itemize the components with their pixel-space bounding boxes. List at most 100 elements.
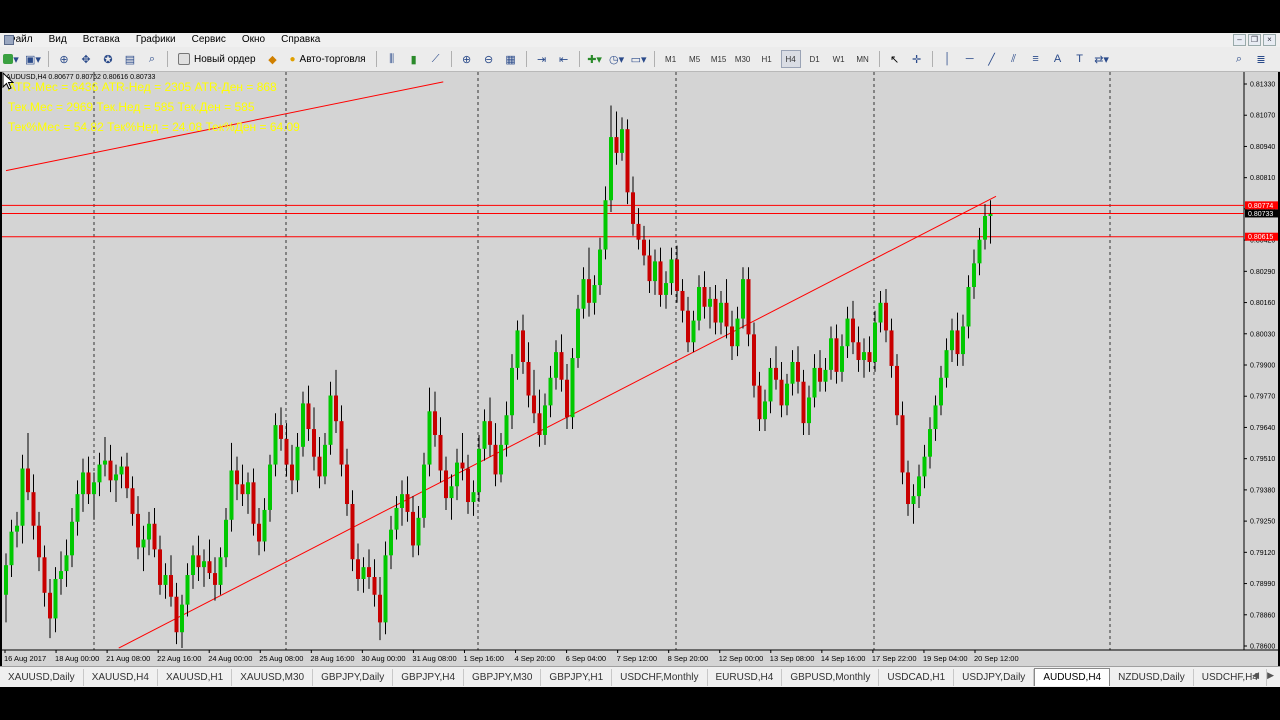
chart-canvas[interactable]: 0.813300.810700.809400.808100.806800.804… xyxy=(2,72,1278,666)
tester-icon[interactable]: ⌕ xyxy=(143,50,161,68)
tab-audusd-h4[interactable]: AUDUSD,H4 xyxy=(1034,668,1111,686)
tab-gbpusd-monthly[interactable]: GBPUSD,Monthly xyxy=(782,668,880,686)
bullish-candle xyxy=(922,444,927,489)
data-window-icon[interactable]: ✥ xyxy=(77,50,95,68)
tab-usdjpy-daily[interactable]: USDJPY,Daily xyxy=(954,668,1035,686)
text-icon[interactable]: A xyxy=(1049,50,1067,68)
tab-xauusd-m30[interactable]: XAUUSD,M30 xyxy=(232,668,314,686)
horizontal-line-icon[interactable]: ─ xyxy=(961,50,979,68)
bearish-candle xyxy=(356,543,360,591)
candle-body xyxy=(257,523,261,542)
price-label: 0.80160 xyxy=(1250,300,1275,307)
menu-view[interactable]: Вид xyxy=(41,33,75,47)
tab-eurusd-h4[interactable]: EURUSD,H4 xyxy=(708,668,783,686)
search-icon[interactable]: ⌕ xyxy=(1230,50,1248,68)
candle-body xyxy=(548,377,553,406)
candle-body xyxy=(812,367,817,398)
toolbar-separator xyxy=(450,51,452,67)
timeframe-d1[interactable]: D1 xyxy=(805,50,825,68)
bearish-candle xyxy=(686,296,690,353)
profiles-icon[interactable]: ▣▾ xyxy=(24,50,42,68)
tab-scroll-left-icon[interactable]: ◀ xyxy=(1252,670,1259,681)
arrows-icon[interactable]: ⇄▾ xyxy=(1093,50,1111,68)
crosshair-icon[interactable]: ✛ xyxy=(908,50,926,68)
tab-usdcad-h1[interactable]: USDCAD,H1 xyxy=(879,668,955,686)
tab-xauusd-h4[interactable]: XAUUSD,H4 xyxy=(84,668,158,686)
price-marker-label: 0.80733 xyxy=(1248,211,1273,218)
bearish-candle xyxy=(257,507,261,556)
metaeditor-icon[interactable]: ◆ xyxy=(264,50,282,68)
tab-gbpjpy-daily[interactable]: GBPJPY,Daily xyxy=(313,668,394,686)
tab-gbpjpy-m30[interactable]: GBPJPY,M30 xyxy=(464,668,542,686)
candle-body xyxy=(356,559,360,579)
menu-help[interactable]: Справка xyxy=(273,33,328,47)
restore-icon[interactable]: ❐ xyxy=(1248,34,1261,46)
cursor-icon[interactable]: ↖ xyxy=(886,50,904,68)
bullish-candle xyxy=(972,249,976,299)
line-chart-icon[interactable]: ⟋ xyxy=(427,50,445,68)
price-marker-label: 0.80774 xyxy=(1248,203,1273,210)
market-watch-icon[interactable]: ⊕ xyxy=(55,50,73,68)
timeframe-h1[interactable]: H1 xyxy=(757,50,777,68)
auto-scroll-icon[interactable]: ⇥ xyxy=(533,50,551,68)
chart-tab-bar: XAUUSD,Daily XAUUSD,H4 XAUUSD,H1 XAUUSD,… xyxy=(0,666,1280,687)
terminal-icon[interactable]: ▤ xyxy=(121,50,139,68)
fibonacci-icon[interactable]: ≡ xyxy=(1027,50,1045,68)
candlestick-icon[interactable]: ▮ xyxy=(405,50,423,68)
timeframe-m1[interactable]: M1 xyxy=(661,50,681,68)
zoom-in-icon[interactable]: ⊕ xyxy=(458,50,476,68)
timeframe-h4[interactable]: H4 xyxy=(780,50,801,68)
new-order-button[interactable]: Новый ордер xyxy=(174,50,260,68)
candle-body xyxy=(647,255,652,282)
tab-nzdusd-daily[interactable]: NZDUSD,Daily xyxy=(1110,668,1194,686)
close-icon[interactable]: × xyxy=(1263,34,1276,46)
candle-body xyxy=(642,239,646,256)
time-label: 16 Aug 2017 xyxy=(4,654,46,663)
price-chart[interactable]: 0.813300.810700.809400.808100.806800.804… xyxy=(2,72,1278,666)
menu-charts[interactable]: Графики xyxy=(128,33,184,47)
zoom-out-icon[interactable]: ⊖ xyxy=(480,50,498,68)
bearish-candle xyxy=(889,318,894,378)
new-chart-icon[interactable]: ▾ xyxy=(2,50,20,68)
trendline-icon[interactable]: ╱ xyxy=(983,50,1001,68)
templates-icon[interactable]: ▭▾ xyxy=(630,50,648,68)
minimize-icon[interactable]: – xyxy=(1233,34,1246,46)
timeframe-m5[interactable]: M5 xyxy=(685,50,705,68)
channel-icon[interactable]: ⫽ xyxy=(1005,50,1023,68)
bar-chart-icon[interactable]: ⫼ xyxy=(383,50,401,68)
tab-usdchf-monthly[interactable]: USDCHF,Monthly xyxy=(612,668,708,686)
tab-scroll-right-icon[interactable]: ▶ xyxy=(1267,670,1274,681)
candle-body xyxy=(279,425,283,439)
candle-body xyxy=(977,239,982,264)
timeframe-m30[interactable]: M30 xyxy=(733,50,753,68)
timeframe-mn[interactable]: MN xyxy=(853,50,873,68)
tab-xauusd-h1[interactable]: XAUUSD,H1 xyxy=(158,668,233,686)
indicators-icon[interactable]: ✚▾ xyxy=(586,50,604,68)
tab-xauusd-daily[interactable]: XAUUSD,Daily xyxy=(0,668,84,686)
candle-body xyxy=(378,594,382,623)
vertical-line-icon[interactable]: │ xyxy=(939,50,957,68)
label-icon[interactable]: T xyxy=(1071,50,1089,68)
tab-gbpjpy-h4[interactable]: GBPJPY,H4 xyxy=(393,668,465,686)
candle-body xyxy=(295,446,300,481)
candle-body xyxy=(53,578,58,619)
price-label: 0.78600 xyxy=(1250,644,1275,651)
candle-body xyxy=(845,318,850,347)
tile-windows-icon[interactable]: ▦ xyxy=(502,50,520,68)
menu-tools[interactable]: Сервис xyxy=(184,33,234,47)
candle-body xyxy=(15,525,19,532)
menu-window[interactable]: Окно xyxy=(234,33,273,47)
chart-shift-icon[interactable]: ⇤ xyxy=(555,50,573,68)
bullish-candle xyxy=(807,385,811,435)
timeframe-w1[interactable]: W1 xyxy=(829,50,849,68)
navigator-icon[interactable]: ✪ xyxy=(99,50,117,68)
periods-icon[interactable]: ◷▾ xyxy=(608,50,626,68)
bullish-candle xyxy=(400,480,404,526)
candle-body xyxy=(4,565,8,595)
timeframe-m15[interactable]: M15 xyxy=(709,50,729,68)
tab-gbpjpy-h1[interactable]: GBPJPY,H1 xyxy=(541,668,613,686)
community-icon[interactable]: ≣ xyxy=(1252,50,1270,68)
bullish-candle xyxy=(840,334,844,382)
auto-trading-button[interactable]: ● Авто-торговля xyxy=(286,50,370,68)
menu-insert[interactable]: Вставка xyxy=(75,33,128,47)
